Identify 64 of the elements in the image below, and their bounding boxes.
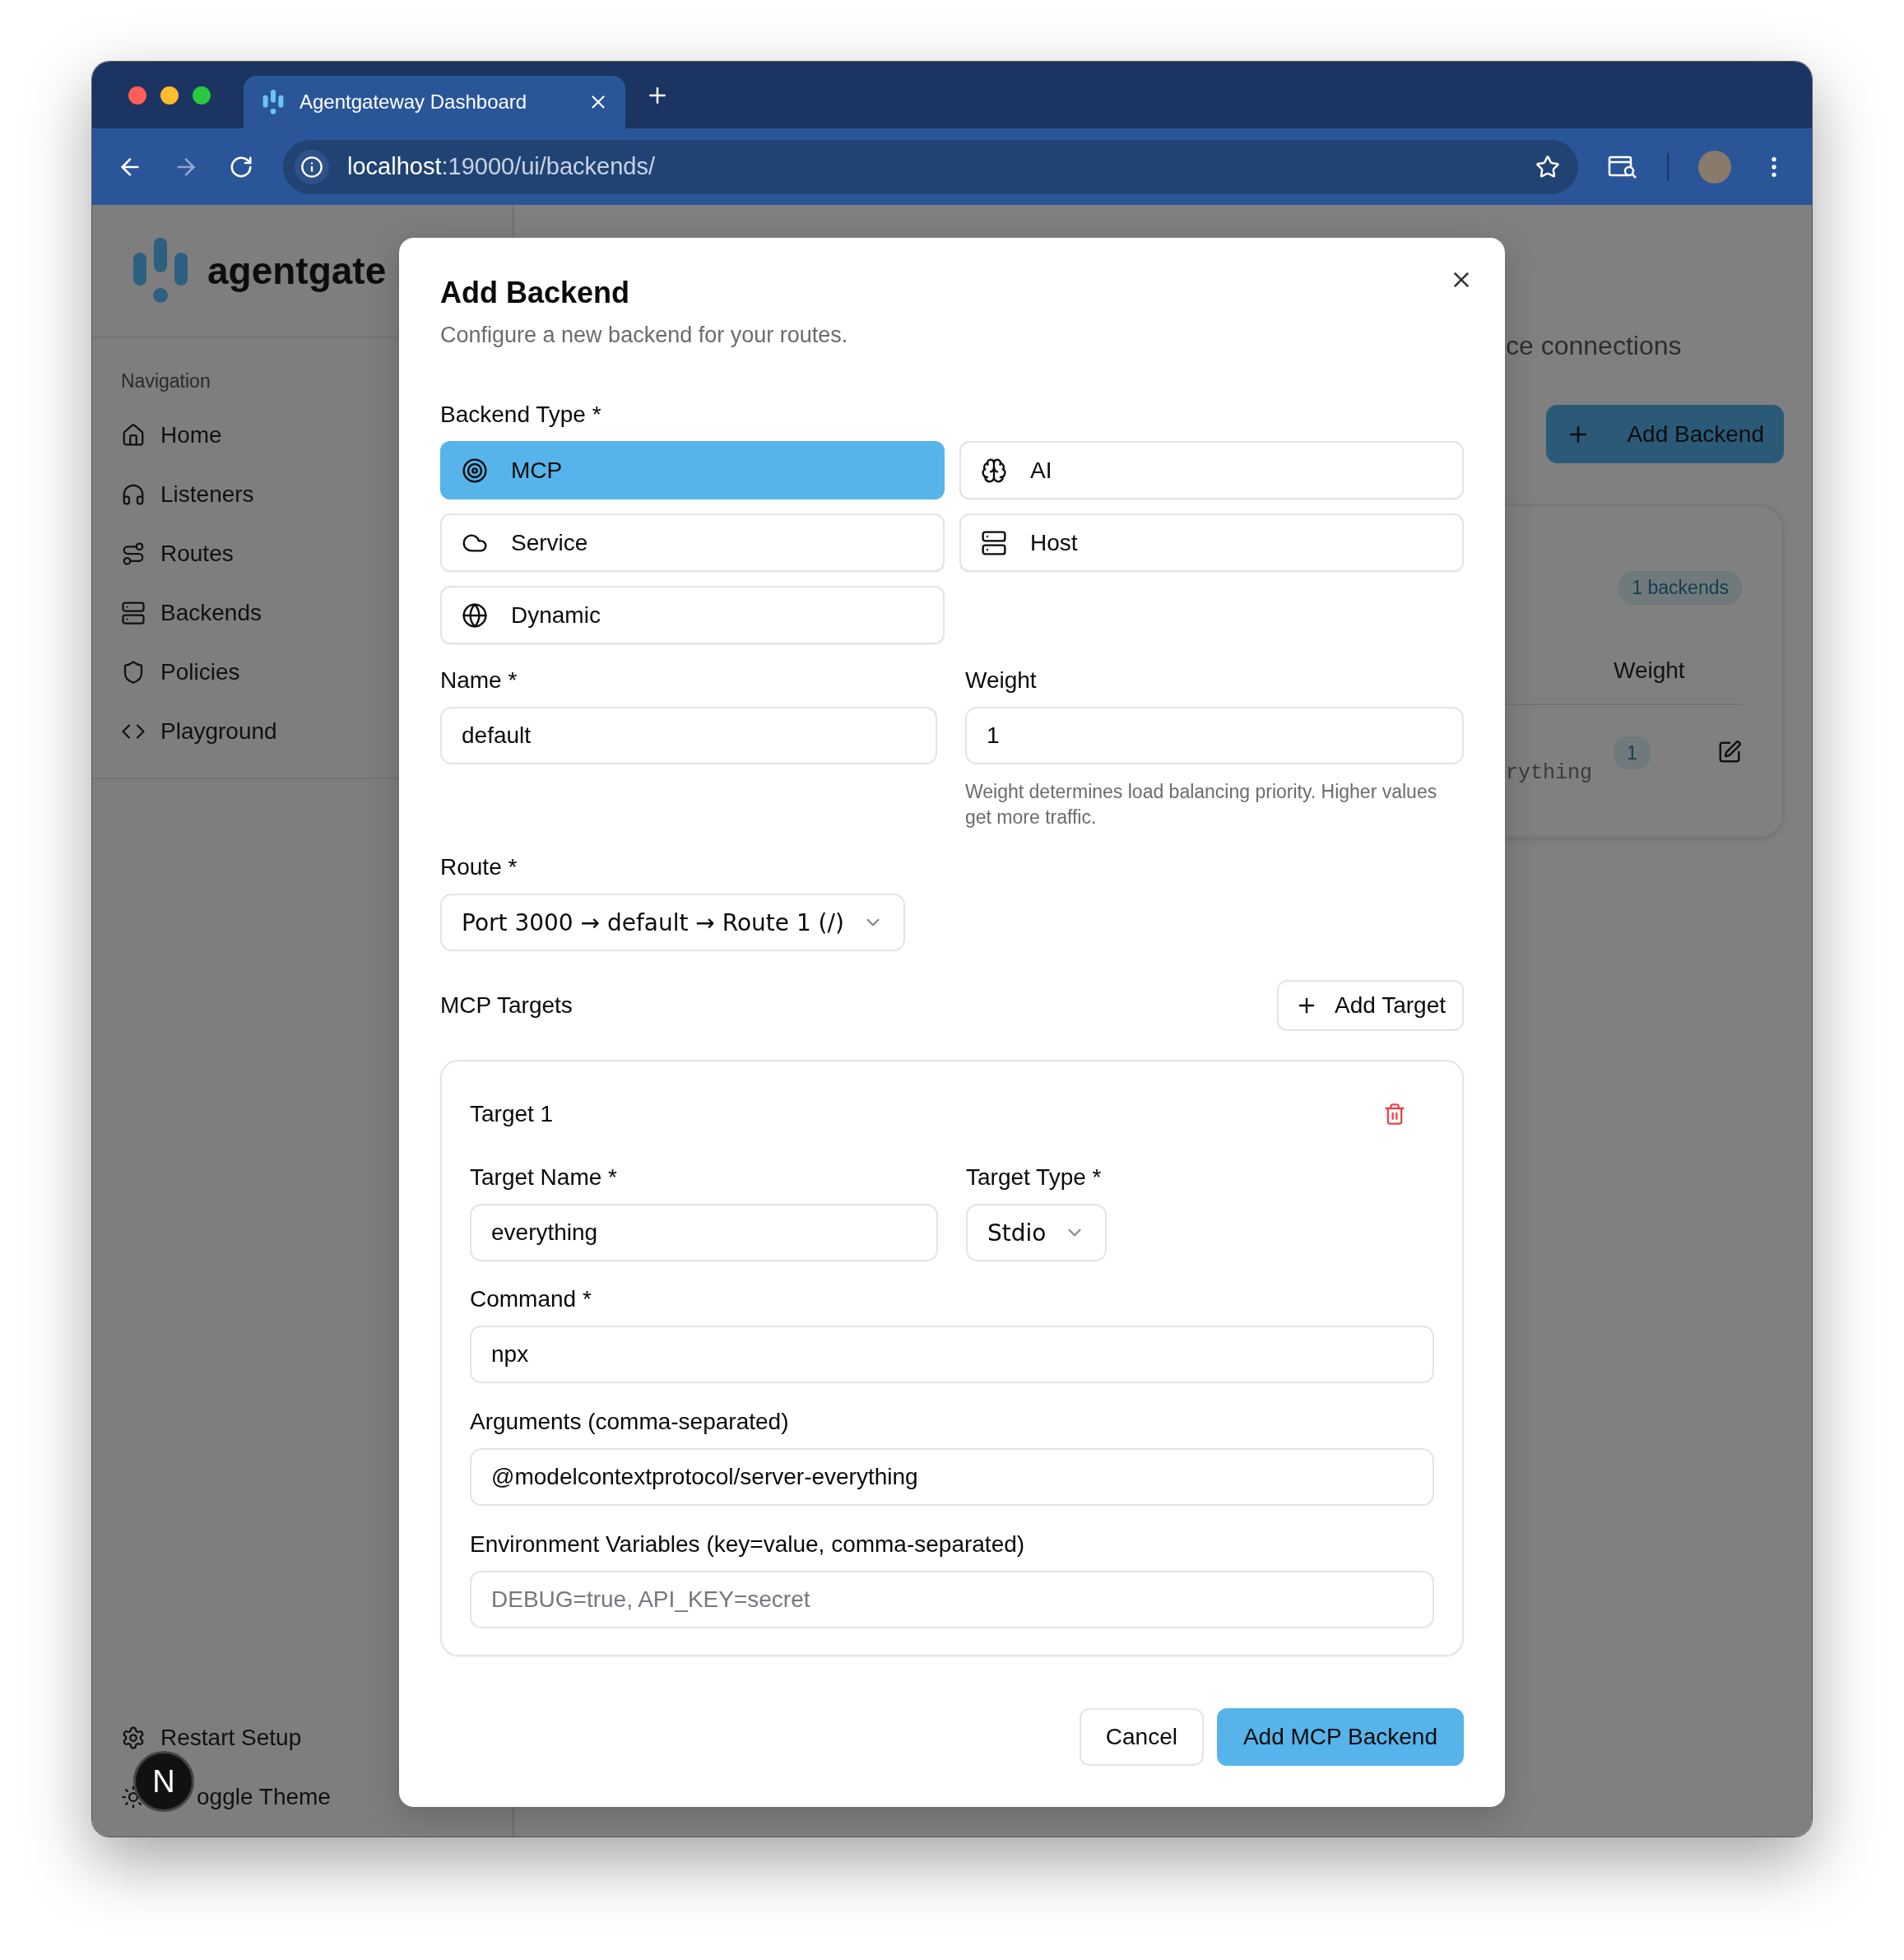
column-header: Weight: [1614, 657, 1685, 684]
cancel-button[interactable]: Cancel: [1079, 1708, 1204, 1766]
target-title: Target 1: [470, 1101, 554, 1127]
address-bar[interactable]: localhost:19000/ui/backends/: [283, 139, 1578, 194]
server-icon: [121, 601, 146, 625]
target-icon: [462, 457, 488, 484]
brand-name: agentgate: [207, 248, 387, 293]
dialog-title: Add Backend: [440, 275, 631, 311]
browser-tab[interactable]: Agentgateway Dashboard: [244, 76, 625, 128]
globe-icon: [462, 601, 488, 629]
edit-icon[interactable]: [1717, 740, 1742, 764]
target-type-select[interactable]: Stdio: [966, 1204, 1108, 1261]
nav-item[interactable]: Home: [160, 422, 222, 448]
minimize-window-button[interactable]: [160, 86, 179, 105]
weight-badge: 1: [1614, 736, 1651, 769]
backend-type-option[interactable]: MCP: [440, 441, 945, 499]
maximize-window-button[interactable]: [193, 86, 211, 105]
section-label: MCP Targets: [440, 992, 573, 1019]
name-input[interactable]: default: [440, 707, 937, 764]
tab-favicon: [262, 90, 285, 114]
target-name-input[interactable]: everything: [470, 1204, 938, 1261]
route-icon: [121, 541, 146, 566]
nav-section-label: Navigation: [121, 369, 211, 393]
help-text: Weight determines load balancing priority. Higher values get more traffic.: [965, 780, 1438, 829]
field-label: Backend Type *: [440, 401, 602, 429]
nav-item[interactable]: Routes: [160, 541, 234, 567]
page-subtitle: ce connections: [1506, 330, 1682, 362]
backend-type-option[interactable]: Host: [959, 513, 1464, 572]
search-tabs-icon[interactable]: [1608, 154, 1637, 179]
bookmark-star-icon[interactable]: [1535, 154, 1560, 179]
weight-input[interactable]: 1: [965, 707, 1464, 764]
field-label: Target Name *: [470, 1163, 618, 1191]
field-label: Name *: [440, 666, 518, 694]
count-badge: 1 backends: [1618, 571, 1742, 605]
field-label: Weight: [965, 666, 1038, 694]
nav-item[interactable]: Playground: [160, 718, 277, 745]
nav-item[interactable]: Policies: [160, 659, 240, 685]
route-select[interactable]: Port 3000 → default → Route 1 (/): [440, 894, 905, 951]
field-label: Command *: [470, 1285, 592, 1313]
close-window-button[interactable]: [128, 86, 146, 105]
field-label: Arguments (comma-separated): [470, 1408, 790, 1436]
backend-type-option[interactable]: Service: [440, 513, 945, 572]
submit-button[interactable]: Add MCP Backend: [1216, 1708, 1464, 1766]
field-label: Environment Variables (key=value, comma-separated): [470, 1530, 1026, 1558]
field-label: Target Type *: [966, 1163, 1103, 1191]
nav-item[interactable]: Backends: [160, 600, 262, 626]
table-cell-text: rything: [1506, 760, 1594, 785]
home-icon: [121, 423, 146, 448]
arguments-input[interactable]: @modelcontextprotocol/server-everything: [470, 1448, 1434, 1506]
backend-type-option[interactable]: AI: [959, 441, 1464, 499]
command-input[interactable]: npx: [470, 1326, 1434, 1383]
settings-icon: [121, 1725, 146, 1750]
server-icon: [981, 529, 1007, 556]
backend-type-option[interactable]: Dynamic: [440, 586, 945, 644]
sidebar-footer-item[interactable]: Restart Setup: [160, 1725, 302, 1751]
info-icon[interactable]: [295, 149, 329, 184]
nav-item[interactable]: Listeners: [160, 481, 254, 508]
sidebar-footer-item[interactable]: oggle Theme: [197, 1784, 331, 1810]
headphones-icon: [121, 482, 146, 507]
field-label: Route *: [440, 853, 518, 881]
environment-input[interactable]: DEBUG=true, API_KEY=secret: [470, 1571, 1434, 1628]
brain-icon: [981, 457, 1007, 484]
add-target-button[interactable]: Add Target: [1277, 980, 1464, 1031]
dialog-description: Configure a new backend for your routes.: [440, 322, 849, 349]
